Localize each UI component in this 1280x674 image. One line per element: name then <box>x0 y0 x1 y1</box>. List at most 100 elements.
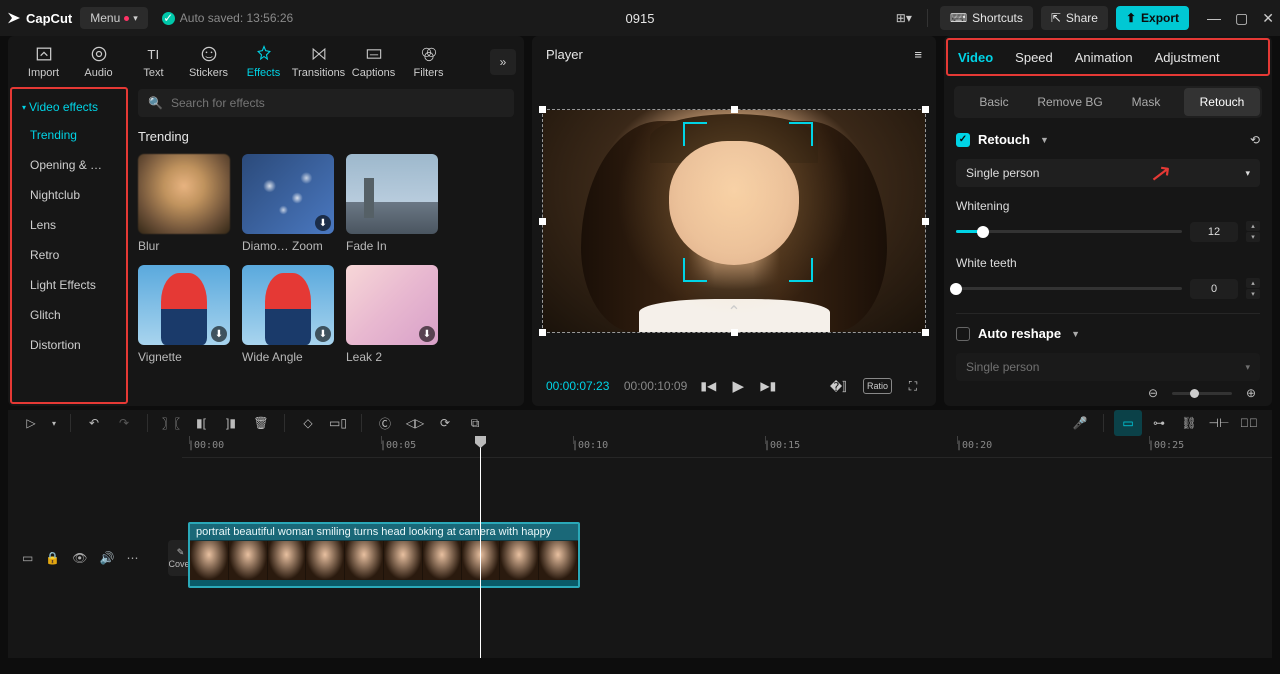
category-trending[interactable]: Trending <box>20 120 122 150</box>
play-button[interactable]: ▶ <box>729 377 747 395</box>
retouch-checkbox[interactable]: ✓ <box>956 133 970 147</box>
export-button[interactable]: ⬆Export <box>1116 6 1189 30</box>
tab-speed[interactable]: Speed <box>1015 50 1053 65</box>
minimize-button[interactable]: — <box>1207 10 1221 27</box>
download-icon[interactable]: ⬇ <box>315 326 331 342</box>
align-tool[interactable]: ⊣⊢ <box>1206 410 1232 436</box>
prev-frame-button[interactable]: ▮◀ <box>699 377 717 395</box>
category-lens[interactable]: Lens <box>20 210 122 240</box>
zoom-slider[interactable] <box>1172 392 1232 395</box>
track-collapse-icon[interactable]: ▭ <box>22 551 33 565</box>
effect-card[interactable]: ⬇Leak 2 <box>346 265 438 364</box>
category-retro[interactable]: Retro <box>20 240 122 270</box>
category-opening[interactable]: Opening & … <box>20 150 122 180</box>
track-lock-icon[interactable]: 🔒 <box>45 551 60 565</box>
player-menu-icon[interactable]: ≡ <box>914 47 922 62</box>
subtab-retouch[interactable]: Retouch <box>1184 88 1260 116</box>
category-nightclub[interactable]: Nightclub <box>20 180 122 210</box>
effects-search[interactable]: 🔍 <box>138 89 514 117</box>
download-icon[interactable]: ⬇ <box>315 215 331 231</box>
selection-tool-chevron[interactable]: ▾ <box>48 410 60 436</box>
zoom-in-button[interactable]: ⊕ <box>1238 380 1264 406</box>
download-icon[interactable]: ⬇ <box>419 326 435 342</box>
tab-video[interactable]: Video <box>958 50 993 65</box>
mic-icon[interactable]: 🎤 <box>1067 410 1093 436</box>
tab-filters[interactable]: Filters <box>401 44 456 79</box>
effect-card[interactable]: ⬇Diamo… Zoom <box>242 154 334 253</box>
delete-tool[interactable]: 🗑 <box>248 410 274 436</box>
stepper-up[interactable]: ▴ <box>1246 278 1260 288</box>
trim-right-tool[interactable]: ]▮ <box>218 410 244 436</box>
tab-transitions[interactable]: Transitions <box>291 44 346 79</box>
split-tool[interactable]: 〗〖 <box>158 410 184 436</box>
video-effects-header[interactable]: Video effects <box>20 95 122 120</box>
reset-icon[interactable]: ⟲ <box>1250 133 1260 147</box>
magnet-tool[interactable]: ▭ <box>1114 410 1142 436</box>
next-frame-button[interactable]: ▶▮ <box>759 377 777 395</box>
tab-audio[interactable]: Audio <box>71 44 126 79</box>
redo-button[interactable]: ↷ <box>111 410 137 436</box>
mirror-tool[interactable]: ◁▷ <box>402 410 428 436</box>
menu-button[interactable]: Menu▾ <box>80 7 148 29</box>
ratio-button[interactable]: Ratio <box>863 378 892 394</box>
shortcuts-button[interactable]: ⌨Shortcuts <box>940 6 1033 30</box>
track-more-icon[interactable]: ⋯ <box>126 551 138 565</box>
crop-tool[interactable]: ⧉ <box>462 410 488 436</box>
marker-tool[interactable]: ◇ <box>295 410 321 436</box>
subtab-removebg[interactable]: Remove BG <box>1032 88 1108 116</box>
maximize-button[interactable]: ▢ <box>1235 10 1248 27</box>
tab-stickers[interactable]: Stickers <box>181 44 236 79</box>
effect-card[interactable]: Fade In <box>346 154 438 253</box>
track-visible-icon[interactable]: 👁 <box>72 551 87 565</box>
download-icon[interactable]: ⬇ <box>211 326 227 342</box>
tab-text[interactable]: TIText <box>126 44 181 79</box>
autoreshape-checkbox[interactable] <box>956 327 970 341</box>
undo-button[interactable]: ↶ <box>81 410 107 436</box>
rotate-tool[interactable]: ⟳ <box>432 410 458 436</box>
speed-tool[interactable]: Ⓒ <box>372 410 398 436</box>
track-lane[interactable]: portrait beautiful woman smiling turns h… <box>182 458 1272 658</box>
category-lighteffects[interactable]: Light Effects <box>20 270 122 300</box>
trim-left-tool[interactable]: ▮[ <box>188 410 214 436</box>
whiteteeth-value[interactable]: 0 <box>1190 279 1238 299</box>
category-distortion[interactable]: Distortion <box>20 330 122 360</box>
tab-captions[interactable]: Captions <box>346 44 401 79</box>
search-input[interactable] <box>171 96 504 110</box>
effect-card[interactable]: ⬇Vignette <box>138 265 230 364</box>
playhead[interactable] <box>480 436 481 658</box>
preview-canvas[interactable] <box>542 109 926 333</box>
stepper-down[interactable]: ▾ <box>1246 232 1260 242</box>
stepper-up[interactable]: ▴ <box>1246 221 1260 231</box>
selection-tool[interactable]: ▷ <box>18 410 44 436</box>
whitening-slider[interactable] <box>956 230 1182 233</box>
whiteteeth-slider[interactable] <box>956 287 1182 290</box>
time-ruler[interactable]: |00:00|00:05|00:10|00:15|00:20|00:25 <box>182 436 1272 458</box>
tab-animation[interactable]: Animation <box>1075 50 1133 65</box>
video-clip[interactable]: portrait beautiful woman smiling turns h… <box>188 522 580 588</box>
ruler-label: |00:10 <box>572 440 608 451</box>
track-mute-icon[interactable]: 🔊 <box>100 551 115 565</box>
category-glitch[interactable]: Glitch <box>20 300 122 330</box>
effect-card[interactable]: ⬇Wide Angle <box>242 265 334 364</box>
effect-card[interactable]: Blur <box>138 154 230 253</box>
layout-icon[interactable]: ⊞▾ <box>893 7 915 29</box>
close-button[interactable]: ✕ <box>1262 10 1274 27</box>
snapshot-icon[interactable]: �〛 <box>833 377 851 395</box>
layout-tool[interactable]: ▭▯ <box>325 410 351 436</box>
fullscreen-icon[interactable]: ⛶ <box>904 377 922 395</box>
subtab-basic[interactable]: Basic <box>956 88 1032 116</box>
tab-import[interactable]: Import <box>16 44 71 79</box>
tab-effects[interactable]: Effects <box>236 44 291 79</box>
zoom-out-button[interactable]: ⊖ <box>1140 380 1166 406</box>
share-button[interactable]: ⇱Share <box>1041 6 1108 30</box>
subtab-mask[interactable]: Mask <box>1108 88 1184 116</box>
tab-adjustment[interactable]: Adjustment <box>1155 50 1220 65</box>
drawer-handle-icon[interactable]: ⌃ <box>727 302 740 322</box>
preview-tool[interactable]: ▭⃝ <box>1236 410 1262 436</box>
retouch-mode-select[interactable]: Single person▾ <box>956 159 1260 187</box>
tabs-more-button[interactable]: » <box>490 49 516 75</box>
link-tool[interactable]: ⊶ <box>1146 410 1172 436</box>
chain-tool[interactable]: ⛓ <box>1176 410 1202 436</box>
stepper-down[interactable]: ▾ <box>1246 289 1260 299</box>
whitening-value[interactable]: 12 <box>1190 222 1238 242</box>
